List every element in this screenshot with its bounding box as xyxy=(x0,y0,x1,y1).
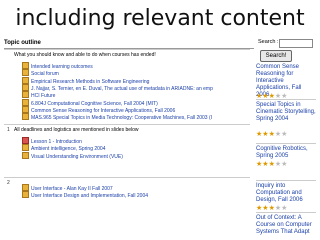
search-button[interactable]: Search! xyxy=(260,50,292,62)
resource-link[interactable]: Intended learning outcomes xyxy=(22,62,246,69)
topic-outline-heading: Topic outline xyxy=(4,38,254,49)
resource-label: 6.804J Computational Cognitive Science, … xyxy=(31,100,158,106)
resource-label: MAS.965 Special Topics in Media Technolo… xyxy=(31,115,213,121)
link-icon xyxy=(22,191,29,199)
resource-label: Lesson 1 - Introduction xyxy=(31,139,82,144)
resource-label: Intended learning outcomes xyxy=(31,64,93,69)
link-icon xyxy=(22,184,29,191)
pdf-icon xyxy=(22,137,29,144)
resource-link[interactable]: User Interface Design and Implementation… xyxy=(22,191,246,199)
resource-label: Common Sense Reasoning for Interactive A… xyxy=(31,107,176,113)
star-icon: ★ xyxy=(281,205,288,212)
link-icon xyxy=(22,151,29,159)
search-label: Search : xyxy=(258,39,279,45)
topic-number: 1 xyxy=(7,127,10,133)
link-icon xyxy=(22,83,29,91)
recommended-course-link[interactable]: Cognitive Robotics, Spring 2005 xyxy=(256,146,316,160)
rating-stars: ★★★★★ xyxy=(256,131,287,138)
divider xyxy=(256,212,316,213)
recommended-course-link[interactable]: Inquiry into Computation and Design, Fal… xyxy=(256,183,316,204)
lms-screenshot: Topic outline Search : Search! What you … xyxy=(4,38,316,236)
resource-link[interactable]: HCI Future xyxy=(22,91,246,99)
search-input[interactable] xyxy=(279,39,313,48)
resource-link[interactable]: Social forum xyxy=(22,69,246,77)
resource-link[interactable]: J. Najjar, S. Ternier, en E. Duval, The … xyxy=(22,83,246,91)
recommended-course-link[interactable]: Out of Context: A Course on Computer Sys… xyxy=(256,215,316,236)
divider xyxy=(256,99,316,100)
topic-summary: All deadlines and logistics are mentione… xyxy=(14,127,139,133)
link-icon xyxy=(22,105,29,113)
recommendations-sidebar: Common Sense Reasoning for Interactive A… xyxy=(256,64,316,236)
topic-block: 1 All deadlines and logistics are mention… xyxy=(4,124,250,178)
forum-icon xyxy=(22,69,29,77)
star-icon: ★ xyxy=(281,131,288,138)
topic-block: What you should know and able to do when… xyxy=(4,49,250,125)
recommended-course-link[interactable]: Special Topics in Cinematic Storytelling… xyxy=(256,102,316,123)
rating-stars: ★★★★★ xyxy=(256,161,287,168)
page-icon xyxy=(22,62,29,69)
resource-link[interactable]: Empirical Research Methods in Software E… xyxy=(22,76,246,84)
resource-label: J. Najjar, S. Ternier, en E. Duval, The … xyxy=(31,85,213,91)
resource-label: User Interface Design and Implementation… xyxy=(31,193,149,199)
resource-link[interactable]: 6.804J Computational Cognitive Science, … xyxy=(22,98,246,106)
course-topics: What you should know and able to do when… xyxy=(4,49,250,236)
resource-label: Empirical Research Methods in Software E… xyxy=(31,78,150,84)
resource-label: HCI Future xyxy=(31,93,56,99)
resource-label: Ambient intelligence, Spring 2004 xyxy=(31,146,106,152)
slide-caption: including relevant content xyxy=(15,6,305,31)
resource-link[interactable]: Ambient intelligence, Spring 2004 xyxy=(22,144,246,152)
star-icon: ★ xyxy=(281,161,288,168)
link-icon xyxy=(22,76,29,84)
topic-summary: What you should know and able to do when… xyxy=(14,52,156,58)
rating-stars: ★★★★★ xyxy=(256,205,287,212)
resource-link[interactable]: Lesson 1 - Introduction xyxy=(22,137,246,144)
resource-link[interactable]: Common Sense Reasoning for Interactive A… xyxy=(22,105,246,113)
topic-block: 2 User Interface - Alan Kay II Fall 2007 U… xyxy=(4,177,250,236)
resource-label: Social forum xyxy=(31,71,59,77)
link-icon xyxy=(22,91,29,99)
resource-link[interactable]: Visual Understanding Environment (VUE) xyxy=(22,151,246,159)
resource-link[interactable]: User Interface - Alan Kay II Fall 2007 xyxy=(22,184,246,191)
divider xyxy=(256,180,316,181)
divider xyxy=(256,143,316,144)
resource-link[interactable]: MAS.965 Special Topics in Media Technolo… xyxy=(22,113,246,121)
link-icon xyxy=(22,144,29,152)
topic-number: 2 xyxy=(7,180,10,186)
resource-label: Visual Understanding Environment (VUE) xyxy=(31,153,123,159)
resource-label: User Interface - Alan Kay II Fall 2007 xyxy=(31,186,113,191)
link-icon xyxy=(22,98,29,106)
link-icon xyxy=(22,113,29,121)
